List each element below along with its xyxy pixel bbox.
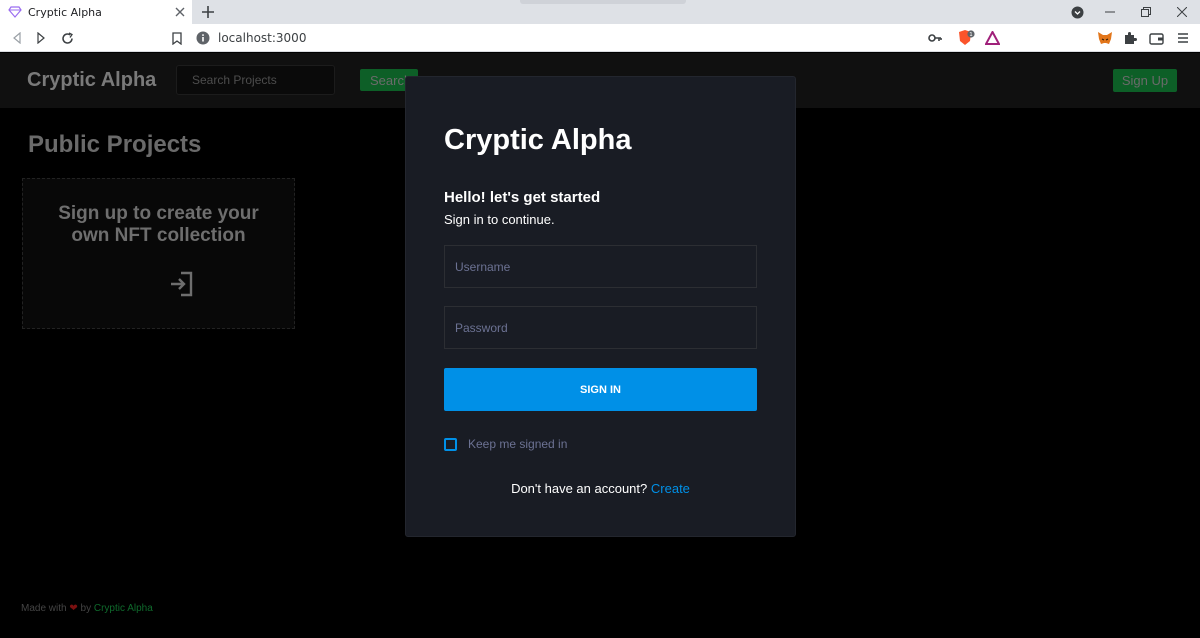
extensions-icon[interactable]	[1120, 28, 1140, 48]
key-icon[interactable]	[925, 28, 945, 48]
modal-greeting: Hello! let's get started	[444, 189, 601, 206]
wallet-icon[interactable]	[1146, 28, 1166, 48]
modal-title: Cryptic Alpha	[444, 124, 632, 156]
metamask-icon[interactable]	[1095, 28, 1115, 48]
browser-tabbar: Cryptic Alpha	[0, 0, 1200, 24]
close-tab-icon[interactable]	[172, 4, 188, 20]
modal-subtitle: Sign in to continue.	[444, 212, 555, 227]
url-text: localhost:3000	[218, 31, 307, 45]
page: Cryptic Alpha Search Sign Up Public Proj…	[0, 53, 1200, 638]
page-title: Public Projects	[28, 131, 202, 158]
footer: Made with ❤ by Cryptic Alpha	[21, 603, 153, 614]
cta-text: Sign up to create your own NFT collectio…	[58, 203, 259, 246]
diamond-icon	[8, 6, 22, 18]
bookmark-icon[interactable]	[167, 28, 187, 48]
keep-signed-in-checkbox[interactable]	[444, 437, 457, 451]
footer-link[interactable]: Cryptic Alpha	[94, 603, 153, 614]
signup-button[interactable]: Sign Up	[1113, 69, 1177, 92]
new-tab-icon[interactable]	[198, 2, 218, 22]
tab-strip-handle	[520, 0, 686, 4]
create-account-link[interactable]: Create	[651, 481, 690, 496]
username-field[interactable]	[444, 245, 757, 288]
brand-logo[interactable]: Cryptic Alpha	[27, 69, 156, 92]
create-account-row: Don't have an account? Create	[406, 481, 795, 496]
browser-tab[interactable]: Cryptic Alpha	[0, 0, 192, 24]
address-bar[interactable]: localhost:3000	[196, 27, 1006, 49]
footer-by: by	[80, 603, 92, 614]
keep-signed-in-row[interactable]: Keep me signed in	[444, 437, 567, 451]
footer-made-with: Made with	[21, 603, 67, 614]
forward-icon[interactable]	[31, 28, 51, 48]
brave-rewards-icon[interactable]	[982, 28, 1002, 48]
browser-toolbar: localhost:3000 1	[0, 24, 1200, 52]
reload-icon[interactable]	[57, 28, 77, 48]
minimize-icon[interactable]	[1092, 0, 1128, 24]
heart-icon: ❤	[69, 603, 78, 614]
search-input[interactable]	[176, 65, 335, 95]
keep-signed-in-label[interactable]: Keep me signed in	[468, 437, 567, 451]
brave-shield-icon[interactable]: 1	[956, 28, 976, 48]
menu-icon[interactable]	[1173, 28, 1193, 48]
restore-icon[interactable]	[1128, 0, 1164, 24]
signin-modal: Cryptic Alpha Hello! let's get started S…	[405, 76, 796, 537]
close-window-icon[interactable]	[1164, 0, 1200, 24]
tab-title: Cryptic Alpha	[28, 5, 102, 19]
tab-search-icon[interactable]	[1059, 0, 1095, 24]
password-field[interactable]	[444, 306, 757, 349]
site-info-icon[interactable]	[196, 31, 210, 45]
back-icon[interactable]	[7, 28, 27, 48]
brave-badge-count: 1	[969, 32, 973, 38]
signup-cta-card[interactable]: Sign up to create your own NFT collectio…	[22, 178, 295, 329]
sign-in-icon	[171, 271, 193, 297]
no-account-text: Don't have an account?	[511, 481, 648, 496]
signin-button[interactable]: SIGN IN	[444, 368, 757, 411]
